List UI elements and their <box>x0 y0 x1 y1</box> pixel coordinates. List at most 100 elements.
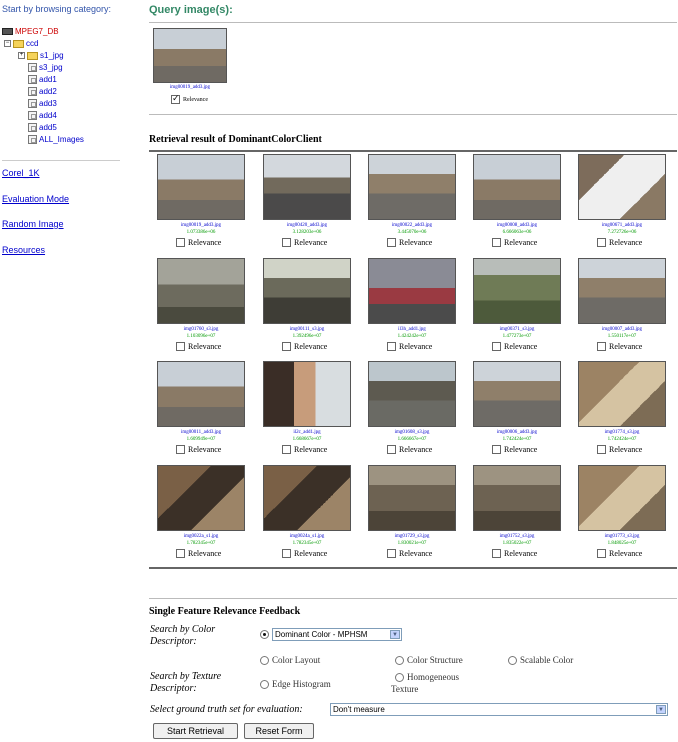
tree-item-label[interactable]: s1_jpg <box>40 51 64 60</box>
tree-item-label[interactable]: add1 <box>39 75 57 84</box>
relevance-checkbox[interactable] <box>176 342 185 351</box>
relevance-checkbox[interactable] <box>387 549 396 558</box>
start-retrieval-button[interactable]: Start Retrieval <box>153 723 238 739</box>
result-image[interactable] <box>157 258 245 324</box>
relevance-checkbox[interactable] <box>282 445 291 454</box>
result-relevance[interactable]: Relevance <box>387 445 432 454</box>
result-relevance[interactable]: Relevance <box>387 238 432 247</box>
expand-icon[interactable]: + <box>18 52 25 59</box>
result-image[interactable] <box>578 154 666 220</box>
result-relevance[interactable]: Relevance <box>597 445 642 454</box>
link-corel[interactable]: Corel_1K <box>2 168 40 178</box>
link-evaluation-mode[interactable]: Evaluation Mode <box>2 194 69 204</box>
result-image[interactable] <box>578 258 666 324</box>
link-random-image[interactable]: Random Image <box>2 219 64 229</box>
tree-item[interactable]: s3_jpg <box>28 62 63 73</box>
radio-button[interactable] <box>260 655 269 665</box>
tree-item[interactable]: + s1_jpg <box>18 50 64 61</box>
tree-root[interactable]: MPEG7_DB <box>2 26 59 37</box>
radio-button[interactable] <box>508 655 517 665</box>
relevance-checkbox[interactable] <box>492 238 501 247</box>
radio-dominant-color[interactable] <box>260 630 272 639</box>
query-relevance-checkbox[interactable] <box>171 93 180 104</box>
relevance-checkbox[interactable] <box>597 238 606 247</box>
result-image[interactable] <box>578 361 666 427</box>
tree-item-label[interactable]: add2 <box>39 87 57 96</box>
collapse-icon[interactable]: − <box>4 40 11 47</box>
result-relevance[interactable]: Relevance <box>492 445 537 454</box>
tree-folder[interactable]: − ccd <box>4 38 38 49</box>
relevance-checkbox[interactable] <box>282 342 291 351</box>
result-relevance[interactable]: Relevance <box>597 342 642 351</box>
tree-item[interactable]: add3 <box>28 98 57 109</box>
result-relevance[interactable]: Relevance <box>597 238 642 247</box>
radio-button[interactable] <box>260 679 269 689</box>
radio-scalable-color[interactable]: Scalable Color <box>508 655 573 665</box>
color-descriptor-select[interactable]: Dominant Color - MPHSM ▼ <box>272 628 402 641</box>
result-image[interactable] <box>263 361 351 427</box>
result-relevance[interactable]: Relevance <box>282 238 327 247</box>
relevance-checkbox[interactable] <box>597 342 606 351</box>
tree-item-label[interactable]: s3_jpg <box>39 63 63 72</box>
tree-item-label[interactable]: ALL_Images <box>39 135 84 144</box>
tree-folder-label[interactable]: ccd <box>26 39 38 48</box>
result-image[interactable] <box>473 465 561 531</box>
result-image[interactable] <box>263 154 351 220</box>
radio-button[interactable] <box>395 672 404 682</box>
tree-item[interactable]: add1 <box>28 74 57 85</box>
relevance-checkbox[interactable] <box>282 549 291 558</box>
result-image[interactable] <box>263 258 351 324</box>
relevance-checkbox[interactable] <box>597 549 606 558</box>
relevance-checkbox[interactable] <box>492 342 501 351</box>
query-relevance[interactable]: Relevance <box>171 93 208 104</box>
result-image[interactable] <box>473 154 561 220</box>
result-image[interactable] <box>368 361 456 427</box>
result-relevance[interactable]: Relevance <box>176 342 221 351</box>
tree-item[interactable]: add5 <box>28 122 57 133</box>
relevance-checkbox[interactable] <box>597 445 606 454</box>
result-relevance[interactable]: Relevance <box>282 549 327 558</box>
relevance-checkbox[interactable] <box>492 445 501 454</box>
relevance-checkbox[interactable] <box>387 238 396 247</box>
tree-item-label[interactable]: add4 <box>39 111 57 120</box>
result-image[interactable] <box>157 154 245 220</box>
result-relevance[interactable]: Relevance <box>176 445 221 454</box>
tree-item[interactable]: add4 <box>28 110 57 121</box>
reset-form-button[interactable]: Reset Form <box>244 723 314 739</box>
result-relevance[interactable]: Relevance <box>176 549 221 558</box>
relevance-checkbox[interactable] <box>387 445 396 454</box>
result-image[interactable] <box>368 154 456 220</box>
result-image[interactable] <box>578 465 666 531</box>
result-image[interactable] <box>368 465 456 531</box>
result-image[interactable] <box>263 465 351 531</box>
ground-truth-select[interactable]: Don't measure ▼ <box>330 703 668 716</box>
radio-color-layout[interactable]: Color Layout <box>260 655 320 665</box>
radio-edge-histogram[interactable]: Edge Histogram <box>260 679 331 689</box>
tree-item[interactable]: ALL_Images <box>28 134 84 145</box>
tree-item-label[interactable]: add3 <box>39 99 57 108</box>
link-resources[interactable]: Resources <box>2 245 45 255</box>
result-relevance[interactable]: Relevance <box>492 549 537 558</box>
result-image[interactable] <box>157 465 245 531</box>
relevance-checkbox[interactable] <box>492 549 501 558</box>
result-relevance[interactable]: Relevance <box>492 238 537 247</box>
result-relevance[interactable]: Relevance <box>597 549 642 558</box>
result-relevance[interactable]: Relevance <box>176 238 221 247</box>
relevance-checkbox[interactable] <box>176 445 185 454</box>
radio-homogeneous-texture[interactable]: Homogeneous <box>395 672 459 682</box>
relevance-checkbox[interactable] <box>176 238 185 247</box>
result-image[interactable] <box>473 258 561 324</box>
result-image[interactable] <box>157 361 245 427</box>
result-relevance[interactable]: Relevance <box>282 445 327 454</box>
result-relevance[interactable]: Relevance <box>387 549 432 558</box>
relevance-checkbox[interactable] <box>282 238 291 247</box>
query-image[interactable] <box>153 28 227 83</box>
tree-item[interactable]: add2 <box>28 86 57 97</box>
relevance-checkbox[interactable] <box>387 342 396 351</box>
tree-root-label[interactable]: MPEG7_DB <box>15 27 59 36</box>
result-image[interactable] <box>473 361 561 427</box>
radio-color-structure[interactable]: Color Structure <box>395 655 463 665</box>
result-image[interactable] <box>368 258 456 324</box>
result-relevance[interactable]: Relevance <box>387 342 432 351</box>
radio-button[interactable] <box>260 630 269 639</box>
